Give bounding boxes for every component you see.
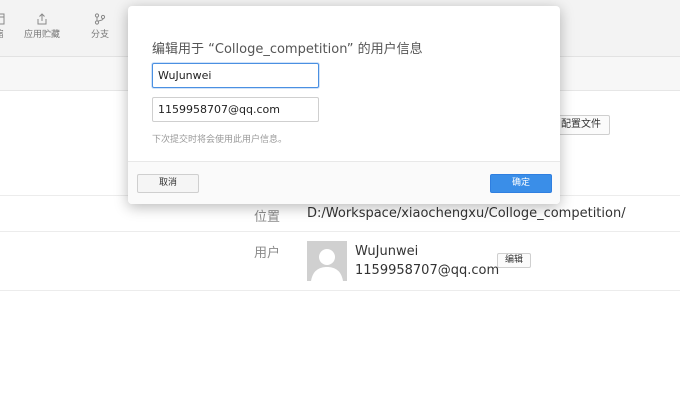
toolbar-item-stash[interactable]: 应用贮藏 xyxy=(20,13,64,51)
user-email: 1159958707@qq.com xyxy=(355,263,500,278)
user-name: WuJunwei xyxy=(355,244,419,259)
toolbar-item-branch[interactable]: 分支 xyxy=(80,13,120,51)
toolbar-item-window[interactable]: 缩 xyxy=(0,13,14,51)
divider xyxy=(0,231,680,232)
divider xyxy=(0,290,680,291)
dialog-title: 编辑用于 “Colloge_competition” 的用户信息 xyxy=(152,42,423,57)
user-avatar-icon xyxy=(307,241,347,281)
location-label: 位置 xyxy=(254,210,281,225)
branch-icon xyxy=(94,13,106,25)
window-icon xyxy=(0,13,5,25)
toolbar-item-label: 缩 xyxy=(0,31,4,40)
cancel-button[interactable]: 取消 xyxy=(137,174,199,193)
dialog-footer: 取消 确定 xyxy=(128,161,560,204)
toolbar-item-label: 分支 xyxy=(90,30,109,40)
name-input[interactable] xyxy=(152,63,319,88)
upload-icon xyxy=(37,13,47,25)
dialog-hint: 下次提交时将会使用此用户信息。 xyxy=(152,135,288,145)
edit-user-dialog: 编辑用于 “Colloge_competition” 的用户信息 下次提交时将会… xyxy=(128,6,560,204)
email-input[interactable] xyxy=(152,97,319,122)
avatar xyxy=(307,241,347,281)
location-value: D:/Workspace/xiaochengxu/Colloge_competi… xyxy=(307,206,626,221)
toolbar-item-label: 应用贮藏 xyxy=(23,30,60,40)
user-label: 用户 xyxy=(254,246,281,261)
edit-user-button[interactable]: 编辑 xyxy=(497,253,531,268)
confirm-button[interactable]: 确定 xyxy=(490,174,552,193)
